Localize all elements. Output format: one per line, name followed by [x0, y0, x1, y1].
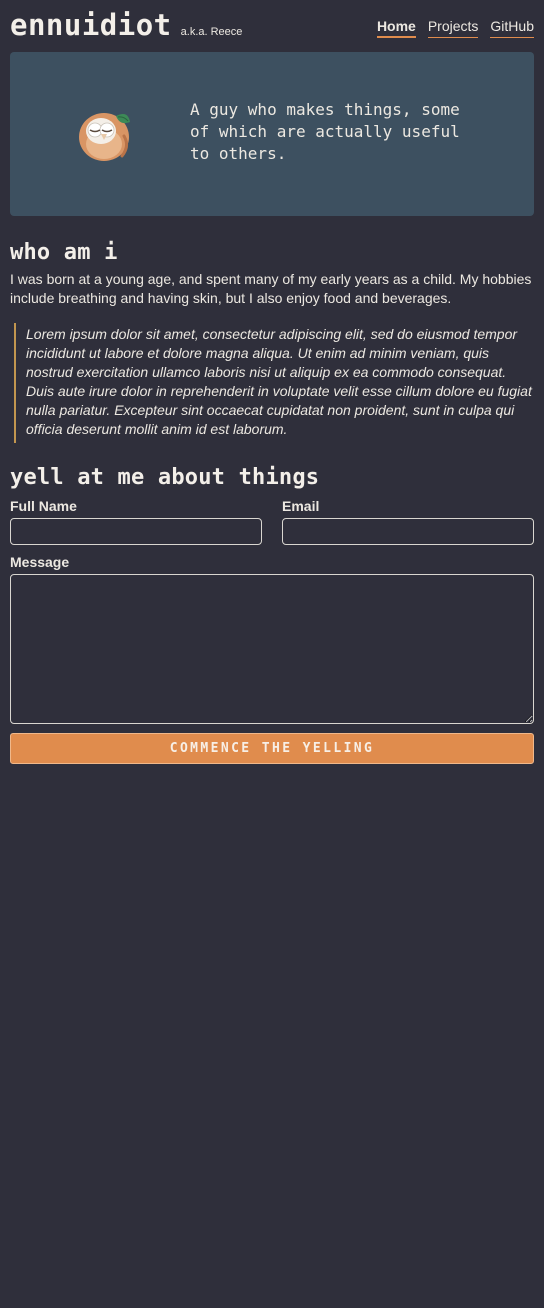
email-group: Email	[282, 497, 534, 545]
full-name-group: Full Name	[10, 497, 262, 545]
site-aka: a.k.a. Reece	[180, 26, 243, 38]
full-name-input[interactable]	[10, 518, 262, 545]
brand: ennuidiot a.k.a. Reece	[10, 8, 242, 42]
name-email-row: Full Name Email	[10, 497, 534, 545]
message-label: Message	[10, 554, 70, 570]
hero-tagline: A guy who makes things, some of which ar…	[190, 100, 460, 163]
page: ennuidiot a.k.a. Reece Home Projects Git…	[0, 0, 544, 764]
message-group: Message	[10, 553, 534, 724]
nav-link-home[interactable]: Home	[376, 17, 416, 38]
contact-form: Full Name Email Message COMMENCE THE YEL…	[10, 497, 534, 764]
nav-link-projects[interactable]: Projects	[427, 17, 479, 38]
main-nav: Home Projects GitHub	[376, 17, 534, 42]
site-header: ennuidiot a.k.a. Reece Home Projects Git…	[10, 0, 534, 42]
submit-button[interactable]: COMMENCE THE YELLING	[10, 733, 534, 764]
about-heading: who am i	[10, 240, 118, 265]
hero-banner: A guy who makes things, some of which ar…	[10, 52, 534, 216]
email-input[interactable]	[282, 518, 534, 545]
contact-heading: yell at me about things	[10, 465, 320, 490]
owl-avatar-icon	[79, 113, 130, 161]
site-title[interactable]: ennuidiot	[10, 8, 172, 42]
email-label: Email	[282, 498, 320, 514]
full-name-label: Full Name	[10, 498, 77, 514]
about-text: I was born at a young age, and spent man…	[10, 271, 532, 306]
contact-section: yell at me about things Full Name Email …	[10, 463, 534, 764]
nav-link-github[interactable]: GitHub	[490, 17, 534, 38]
about-quote: Lorem ipsum dolor sit amet, consectetur …	[14, 323, 534, 443]
message-textarea[interactable]	[10, 574, 534, 724]
about-section: who am i I was born at a young age, and …	[10, 240, 534, 443]
